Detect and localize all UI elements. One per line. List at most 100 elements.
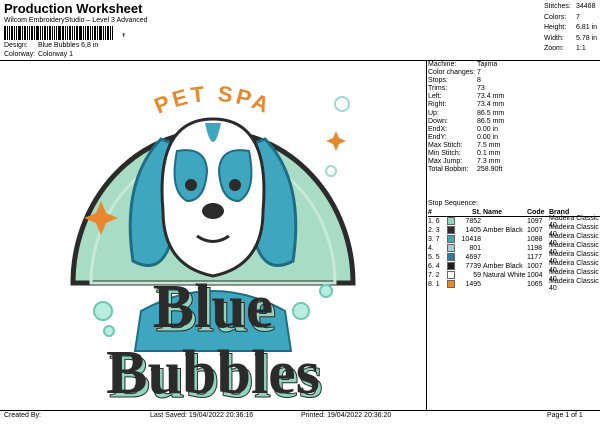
info-label: Machine: [428, 61, 457, 68]
machine-info-row: Up: 86.5 mm [428, 110, 504, 118]
word-bubbles: Bubbles [106, 339, 320, 407]
machine-info-row: Max Jump: 7.3 mm [428, 158, 504, 166]
info-label: EndY: [428, 133, 447, 141]
row-index: 8. 1 [428, 281, 440, 288]
info-label: Max Stitch: [428, 141, 463, 149]
machine-info-row: Left: 73.4 mm [428, 93, 504, 101]
row-index: 1. 6 [428, 218, 440, 225]
embroidery-design-preview: PET SPA Blue Blue Bubbles Bubbles [70, 81, 356, 409]
info-label: Total Bobbin: [428, 166, 469, 174]
colorway-row: Colorway: Colorway 1 [4, 51, 73, 58]
info-value: 0.00 in [477, 133, 499, 141]
row-stitches: 10418 [461, 236, 481, 243]
row-color-name: Natural White [483, 272, 526, 279]
stat-zoom: Zoom: 1:1 [544, 45, 586, 52]
row-code: 1007 [527, 263, 543, 270]
row-stitches: 1405 [465, 227, 481, 234]
info-label: Stops: [428, 77, 448, 85]
row-index: 5. 5 [428, 254, 440, 261]
footer-printed: Printed: 19/04/2022 20:36:20 [301, 412, 392, 419]
stat-width: Width: 5.78 in [544, 34, 598, 42]
row-index: 4. [428, 245, 434, 252]
header-name: Name [483, 208, 503, 216]
dog-nose [202, 203, 224, 219]
machine-info-row: Down: 86.5 mm [428, 118, 504, 126]
machine-info-row: Total Bobbin: 258.90ft [428, 166, 504, 174]
design-label: Design: [4, 42, 28, 49]
info-label: EndX: [428, 125, 448, 133]
color-swatch [447, 270, 455, 279]
pet-spa-text: PET SPA [151, 81, 276, 119]
row-color-name: Amber Black [483, 227, 523, 234]
row-code: 1097 [527, 218, 543, 225]
worksheet-title: Production Worksheet [4, 1, 143, 16]
row-stitches: 4697 [465, 254, 481, 261]
info-value: Tajima [477, 61, 498, 68]
machine-info-row: Color changes: 7 [428, 69, 504, 77]
row-index: 3. 7 [428, 236, 440, 243]
panel-divider [426, 60, 427, 410]
info-value: 0.1 mm [477, 150, 501, 158]
row-color-name: Amber Black [483, 263, 523, 270]
info-value: 7.5 mm [477, 141, 501, 149]
stop-sequence-rows: 1. 6 7852 1097 Madeira Classic 40 2. 3 1405 Am… [428, 215, 600, 292]
machine-info-row: Machine: Tajima [428, 61, 504, 69]
design-name-row: Design: Blue Bubbles 6,8 in [4, 42, 98, 49]
info-label: Right: [428, 101, 447, 109]
color-swatch [447, 243, 455, 252]
bubble-icon [93, 301, 113, 321]
header-stitches: St. [472, 208, 481, 216]
info-label: Up: [428, 109, 439, 117]
header-code: Code [527, 208, 545, 216]
row-code: 1088 [527, 236, 543, 243]
stat-height: Height: 6.81 in [544, 24, 598, 31]
stat-colors: Colors: 7 [544, 13, 580, 21]
info-label: Left: [428, 93, 442, 101]
row-stitches: 7739 [465, 263, 481, 270]
sparkle-icon [326, 131, 346, 151]
header-index: # [428, 208, 432, 216]
dog-head [160, 117, 266, 278]
stop-sequence-title: Stop Sequence: [428, 200, 478, 207]
info-value: 258.90ft [477, 166, 503, 174]
table-row[interactable]: 8. 1 1495 1065 Madeira Classic 40 [428, 277, 600, 292]
color-swatch [447, 234, 455, 243]
row-stitches: 801 [469, 245, 481, 252]
info-label: Min Stitch: [428, 150, 461, 158]
info-value: 73 [477, 85, 485, 93]
row-code: 1065 [527, 281, 543, 288]
bubble-icon [325, 165, 337, 177]
info-value: 86.5 mm [477, 117, 505, 125]
info-label: Down: [428, 117, 448, 125]
colorway-label: Colorway: [4, 51, 36, 58]
footer-last-saved: Last Saved: 19/04/2022 20:36:16 [150, 412, 254, 419]
row-index: 2. 3 [428, 227, 440, 234]
row-stitches: 7852 [465, 218, 481, 225]
stop-sequence-table: Stop Sequence: # St. Name Code Brand 1. … [428, 200, 600, 292]
software-subtitle: Wilcom EmbroideryStudio – Level 3 Advanc… [4, 17, 148, 24]
machine-info-row: Trims: 73 [428, 85, 504, 93]
bubble-icon [103, 325, 115, 337]
info-label: Trims: [428, 85, 448, 93]
color-swatch [447, 279, 455, 288]
info-value: 86.5 mm [477, 109, 505, 117]
machine-info-panel: Machine: Tajima Color changes: 7 Stops: 8 Trim… [428, 61, 504, 174]
dog-eye-right [229, 179, 241, 191]
info-value: 73.4 mm [477, 101, 505, 109]
machine-info-row: Right: 73.4 mm [428, 101, 504, 109]
bubble-icon [319, 284, 333, 298]
dog-eye-patch-left [173, 149, 209, 203]
row-stitches: 59 [473, 272, 481, 279]
row-index: 6. 4 [428, 263, 440, 270]
design-value: Blue Bubbles 6,8 in [37, 42, 99, 49]
footer-page: Page 1 of 1 [547, 412, 583, 419]
row-code: 1007 [527, 227, 543, 234]
bubble-icon [334, 96, 350, 112]
info-value: 73.4 mm [477, 93, 505, 101]
bubble-icon [292, 302, 310, 320]
dog-eye-patch-right [217, 149, 253, 203]
row-brand: Madeira Classic 40 [549, 277, 599, 292]
color-swatch [447, 252, 455, 261]
color-swatch [447, 216, 455, 225]
machine-info-row: EndX: 0.00 in [428, 126, 504, 134]
